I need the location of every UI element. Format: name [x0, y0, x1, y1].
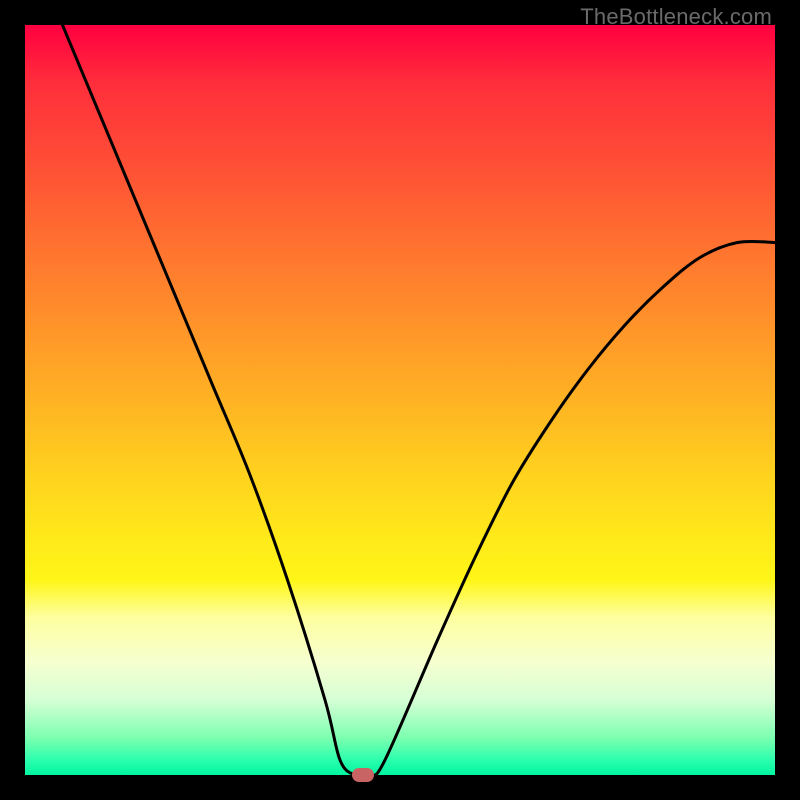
curve-layer: [25, 25, 775, 775]
bottleneck-curve: [63, 25, 776, 775]
optimum-marker: [352, 768, 374, 782]
plot-area: [25, 25, 775, 775]
watermark-text: TheBottleneck.com: [580, 4, 772, 30]
chart-frame: TheBottleneck.com: [0, 0, 800, 800]
